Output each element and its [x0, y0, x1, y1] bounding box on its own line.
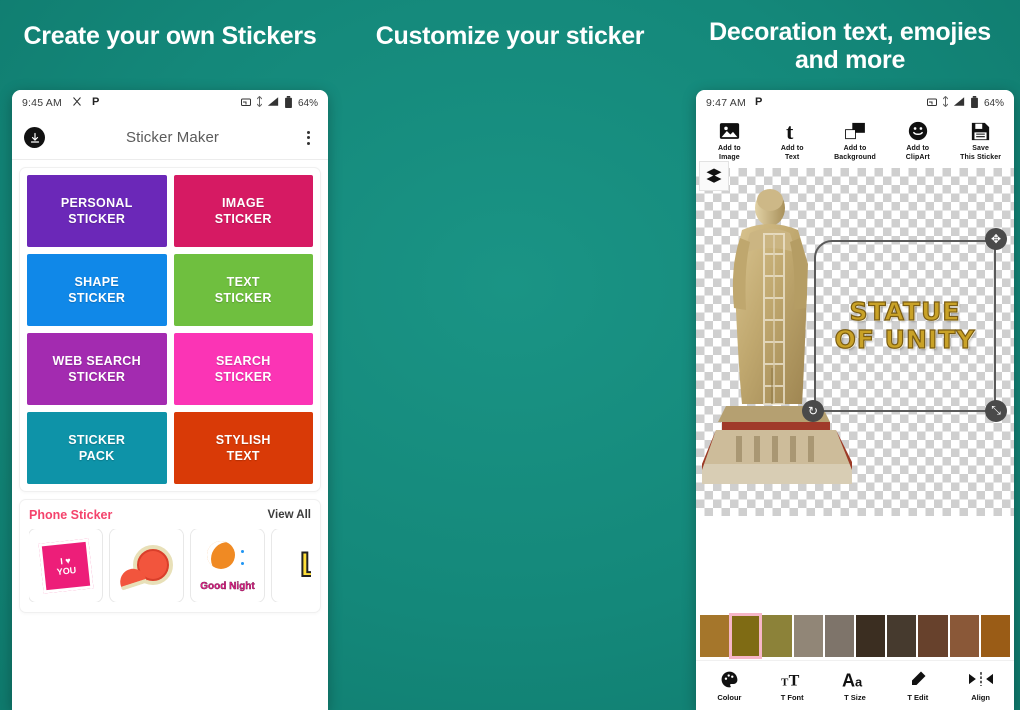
tile-search-sticker[interactable]: SEARCH STICKER — [173, 333, 313, 405]
download-icon[interactable] — [24, 127, 45, 148]
tile-sticker-pack[interactable]: STICKER PACK — [27, 412, 167, 484]
tile-label-line1: WEB SEARCH — [52, 353, 141, 368]
tile-label-line2: STICKER — [68, 291, 126, 305]
tile-label-line2: STICKER — [214, 291, 272, 305]
headline-1: Create your own Stickers — [23, 22, 317, 50]
tile-label-line2: STICKER — [68, 212, 126, 226]
phone-mockup-1: 9:45 AM P 64% Sticker Maker PERSONAL STI… — [12, 90, 328, 710]
tile-text-sticker[interactable]: TEXT STICKER — [173, 254, 313, 326]
cast-icon — [240, 96, 252, 111]
sticker-thumb-letter-l[interactable]: L — [272, 529, 311, 602]
phone-sticker-row: I ♥ YOU Good Night L — [29, 529, 311, 602]
headline-3: Decoration text, emojies and more — [709, 18, 991, 74]
battery-percent: 64% — [297, 97, 318, 109]
watermelon-sticker — [116, 541, 175, 591]
tile-label-line2: STICKER — [68, 370, 126, 384]
tile-web-search-sticker[interactable]: WEB SEARCH STICKER — [27, 333, 167, 405]
phone-sticker-card: Phone Sticker View All I ♥ YOU Good Nigh… — [20, 500, 320, 612]
tile-label-line1: SHAPE — [74, 274, 120, 289]
letter-l-sticker: L — [299, 545, 311, 585]
tile-shape-sticker[interactable]: SHAPE STICKER — [27, 254, 167, 326]
promo-stage: Create your own Stickers 9:45 AM P 64% S… — [0, 0, 1020, 710]
sticker-type-grid: PERSONAL STICKER IMAGE STICKER SHAPE STI… — [27, 175, 313, 484]
signal-icon — [267, 96, 279, 110]
promo-column-2: Customize your sticker 9:47 AM P 64% Add… — [340, 0, 1014, 710]
tile-personal-sticker[interactable]: PERSONAL STICKER — [27, 175, 167, 247]
sticker-thumb-good-night[interactable]: Good Night — [191, 529, 264, 602]
parking-p-icon: P — [92, 95, 103, 111]
tile-label-line2: PACK — [78, 449, 115, 463]
tile-label-line1: STYLISH — [215, 432, 271, 447]
sticker-line1: I ♥ — [59, 554, 71, 566]
tile-image-sticker[interactable]: IMAGE STICKER — [173, 175, 313, 247]
tile-label-line2: TEXT — [226, 449, 260, 463]
tile-label-line1: IMAGE — [222, 195, 265, 210]
tile-label-line2: STICKER — [214, 370, 272, 384]
i-love-you-sticker: I ♥ YOU — [38, 538, 93, 593]
app-bar: Sticker Maker — [12, 116, 328, 160]
layers-icon[interactable] — [700, 162, 728, 190]
vibrate-icon — [256, 95, 263, 110]
good-night-sticker: Good Night — [197, 540, 259, 592]
sticker-thumb-watermelon[interactable] — [110, 529, 183, 602]
tile-stylish-text[interactable]: STYLISH TEXT — [173, 412, 313, 484]
phone-sticker-title: Phone Sticker — [29, 508, 113, 522]
promo-column-1: Create your own Stickers 9:45 AM P 64% S… — [0, 0, 340, 710]
scissors-icon — [71, 96, 83, 111]
phone-sticker-header: Phone Sticker View All — [29, 508, 311, 522]
promo-column-3: Decoration text, emojies and more 9:47 A… — [680, 0, 1020, 710]
sticker-text: Good Night — [200, 580, 255, 592]
sticker-type-card: PERSONAL STICKER IMAGE STICKER SHAPE STI… — [20, 168, 320, 491]
sticker-thumb-i-love-you[interactable]: I ♥ YOU — [29, 529, 102, 602]
status-bar-1: 9:45 AM P 64% — [12, 90, 328, 116]
tile-label-line2: STICKER — [214, 212, 272, 226]
svg-text:P: P — [92, 96, 99, 108]
tile-label-line1: STICKER — [68, 432, 126, 447]
sticker-line2: YOU — [55, 564, 77, 577]
tile-label-line1: TEXT — [226, 274, 260, 289]
headline-2: Customize your sticker — [375, 22, 645, 50]
battery-icon — [284, 95, 293, 111]
view-all-link[interactable]: View All — [268, 509, 311, 521]
status-time: 9:45 AM — [22, 97, 62, 109]
kebab-menu-icon[interactable] — [300, 130, 316, 145]
page-title: Sticker Maker — [126, 129, 219, 146]
tile-label-line1: PERSONAL — [60, 195, 133, 210]
tile-label-line1: SEARCH — [215, 353, 271, 368]
